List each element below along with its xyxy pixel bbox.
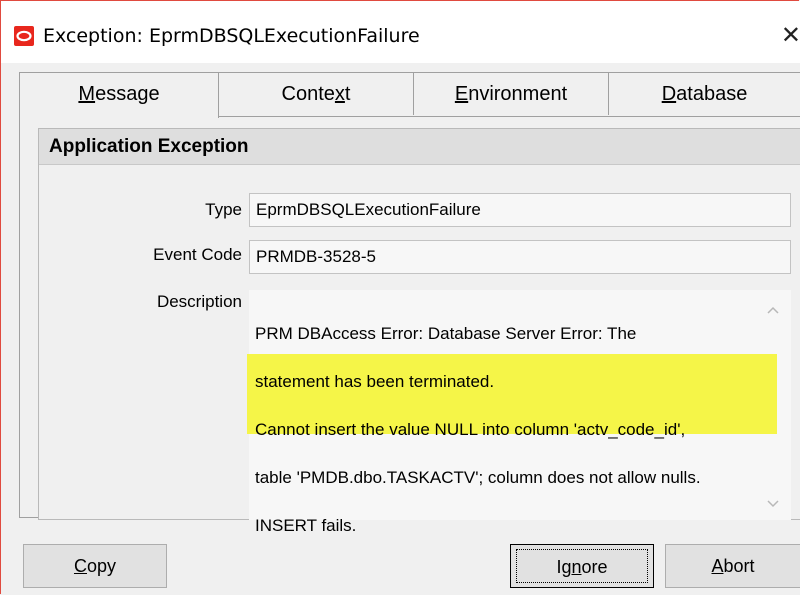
oracle-logo-icon [14,26,34,46]
application-exception-group: Application Exception Type EprmDBSQLExec… [38,128,800,535]
copy-button[interactable]: Copy [23,544,167,588]
group-title: Application Exception [39,129,800,165]
description-textarea[interactable]: PRM DBAccess Error: Database Server Erro… [247,290,791,535]
type-field[interactable]: EprmDBSQLExecutionFailure [249,193,791,227]
tab-environment-mnemonic: E [454,83,469,105]
tab-environment[interactable]: Environment [413,72,609,115]
message-panel: Application Exception Type EprmDBSQLExec… [19,116,800,535]
description-text: PRM DBAccess Error: Database Server Erro… [247,298,777,562]
description-label: Description [156,292,242,311]
description-line: Cannot insert the value NULL into column… [255,420,686,439]
tab-context[interactable]: Context [218,72,414,115]
tab-message-mnemonic: M [78,83,96,105]
tab-database[interactable]: Database [608,72,800,115]
tab-context-mnemonic: x [334,83,345,105]
tab-database-mnemonic: D [661,83,677,105]
tab-message[interactable]: Message [19,72,219,118]
event-code-label: Event Code [153,245,242,264]
exception-dialog: Exception: EprmDBSQLExecutionFailure ✕ M… [0,0,800,594]
window-title: Exception: EprmDBSQLExecutionFailure [43,25,420,47]
close-icon[interactable]: ✕ [771,17,800,53]
title-bar: Exception: EprmDBSQLExecutionFailure ✕ [1,1,800,63]
tab-bar: Message Context Environment Database [19,72,800,118]
type-label: Type [205,200,242,219]
description-line: statement has been terminated. [255,372,495,391]
description-line: PRM DBAccess Error: Database Server Erro… [255,324,637,343]
description-line: table 'PMDB.dbo.TASKACTV'; column does n… [255,468,701,487]
chevron-up-icon[interactable] [765,302,781,316]
event-code-field[interactable]: PRMDB-3528-5 [249,240,791,274]
chevron-down-icon[interactable] [765,496,781,510]
description-line: INSERT fails. [255,516,357,535]
